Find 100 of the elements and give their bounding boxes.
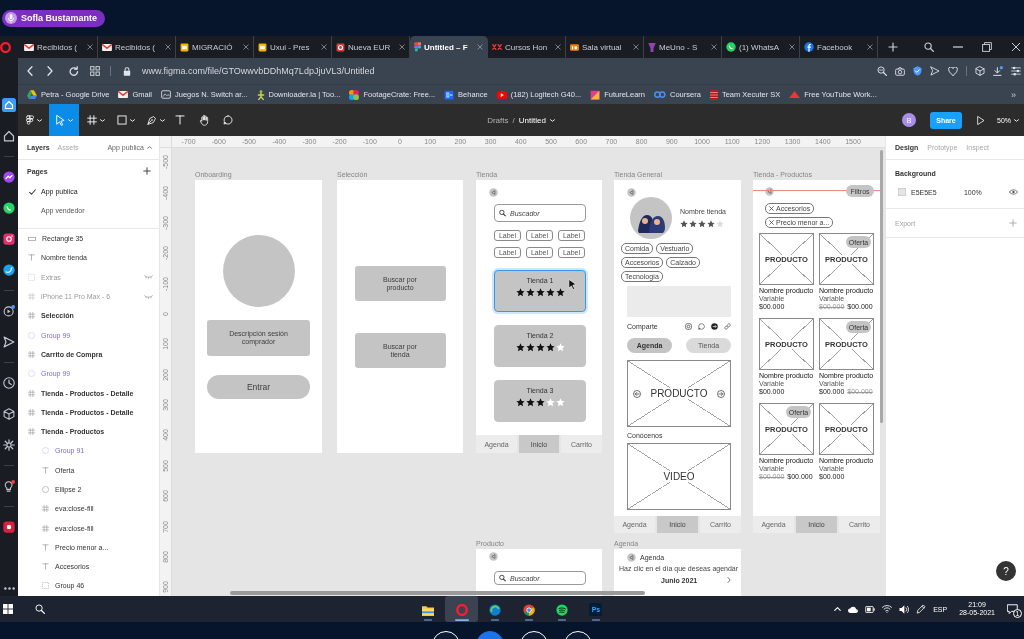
hash-icon: [28, 408, 35, 416]
triangle-logo-icon: [789, 91, 801, 98]
scrollbar[interactable]: [880, 150, 883, 423]
cube-icon[interactable]: [975, 66, 985, 76]
speaker-icon[interactable]: [899, 604, 910, 614]
grid-icon[interactable]: [90, 66, 100, 76]
play-circle-icon[interactable]: [3, 304, 15, 317]
plus-icon[interactable]: [143, 167, 151, 175]
zoom-icon[interactable]: [877, 66, 887, 76]
swirl-logo-icon: [489, 604, 502, 616]
clock-icon[interactable]: [3, 376, 15, 389]
cloud-icon[interactable]: [848, 605, 859, 613]
camera-logo-icon: [685, 322, 692, 330]
figure-logo-icon: [256, 89, 265, 100]
enter-button[interactable]: Entrar: [207, 375, 310, 399]
tile-logo-icon: [570, 43, 579, 51]
underline-indicator-icon: [491, 619, 500, 621]
color-swatch[interactable]: [898, 188, 906, 196]
send-icon[interactable]: [930, 66, 940, 76]
house-icon[interactable]: [3, 129, 15, 142]
circle-icon: [42, 447, 49, 455]
hand-icon: [199, 114, 209, 126]
hash-icon: [28, 350, 35, 358]
message-icon[interactable]: [1007, 604, 1018, 614]
chevron-right-icon[interactable]: [727, 577, 731, 583]
star-icon: [555, 288, 565, 297]
pen-icon: [147, 115, 157, 125]
caret-icon: [130, 118, 135, 122]
chat-bubble-icon[interactable]: [3, 170, 15, 183]
circle-logo-icon: [804, 42, 814, 52]
caret-up-icon: [147, 146, 152, 149]
hash-icon: [42, 524, 49, 532]
more-bookmarks-button[interactable]: »: [1011, 89, 1016, 100]
caret-icon: [36, 118, 42, 122]
circle-icon: [28, 370, 35, 378]
text-icon: [28, 254, 35, 262]
circle-icon: [28, 331, 35, 339]
lightbulb-icon[interactable]: [3, 479, 15, 492]
envelope-icon: [118, 91, 129, 98]
close-icon[interactable]: [1011, 42, 1021, 52]
search-icon[interactable]: [924, 42, 934, 52]
phone-bubble-icon[interactable]: [3, 201, 15, 214]
taskbar-app-button[interactable]: [444, 596, 479, 622]
back-icon[interactable]: [27, 66, 33, 76]
browser-tab[interactable]: Untitled – F: [410, 36, 488, 58]
circle-arrow-icon: [711, 322, 718, 330]
file-name-button[interactable]: Untitled: [518, 115, 555, 125]
search-icon: [499, 574, 506, 582]
slide-icon: [258, 42, 267, 52]
dashed-square-icon: [42, 582, 49, 590]
picture-frame-icon: [160, 90, 171, 99]
underline-indicator-icon: [524, 619, 533, 621]
help-button[interactable]: ?: [996, 561, 1016, 581]
lock-icon: [123, 66, 131, 76]
cursor-icon: [568, 279, 577, 290]
square-icon: [117, 115, 127, 125]
hash-icon: [28, 293, 35, 301]
shield-icon[interactable]: [913, 66, 922, 76]
cursor-icon: [55, 114, 65, 126]
microphone-icon: [5, 12, 17, 24]
forward-icon[interactable]: [47, 66, 53, 76]
camera-icon[interactable]: [895, 66, 905, 76]
hash-icon: [28, 389, 35, 397]
download-icon[interactable]: [993, 66, 1003, 76]
scrollbar[interactable]: [230, 591, 645, 595]
address-field[interactable]: www.figma.com/file/GTOwwvbDDhMq7LdpJjuVL3/Untitled: [142, 66, 375, 76]
sliders-icon[interactable]: [1011, 66, 1021, 76]
left-arrow-icon: [633, 389, 641, 398]
presenter-name: Sofla Bustamante: [21, 13, 98, 23]
avatar-illustration: [630, 197, 672, 239]
hash-icon: [42, 505, 49, 513]
eye-icon[interactable]: [1009, 189, 1018, 195]
more-icon[interactable]: [3, 587, 15, 590]
camera-logo-icon[interactable]: [3, 232, 15, 245]
settings-icon[interactable]: [3, 438, 15, 451]
heart-icon[interactable]: [948, 66, 958, 76]
envelope-icon: [24, 43, 34, 51]
four-squares-icon[interactable]: [3, 604, 13, 614]
play-icon[interactable]: [977, 115, 985, 125]
folder-link[interactable]: Drafts: [487, 115, 509, 125]
search-icon[interactable]: [35, 604, 45, 614]
cube-icon[interactable]: [3, 407, 15, 420]
ring-logo-icon[interactable]: [0, 41, 11, 53]
caret-icon: [100, 118, 105, 122]
triangle-logo-icon: [27, 90, 37, 99]
search-icon: [499, 209, 506, 217]
pen-icon[interactable]: [916, 604, 927, 614]
bird-logo-icon[interactable]: [3, 263, 15, 276]
app-logo-icon[interactable]: [3, 520, 15, 533]
chevron-up-icon[interactable]: [834, 607, 842, 611]
restore-icon[interactable]: [982, 42, 992, 52]
placeholder-label: PRODUCTO: [650, 388, 708, 399]
send-icon[interactable]: [3, 335, 15, 348]
wifi-icon[interactable]: [882, 605, 893, 613]
caret-icon: [160, 118, 165, 122]
battery-icon[interactable]: [865, 605, 876, 613]
home-icon[interactable]: [2, 97, 16, 112]
star-icon: [535, 288, 545, 297]
reload-icon[interactable]: [69, 66, 79, 76]
right-arrow-icon: [717, 389, 725, 398]
